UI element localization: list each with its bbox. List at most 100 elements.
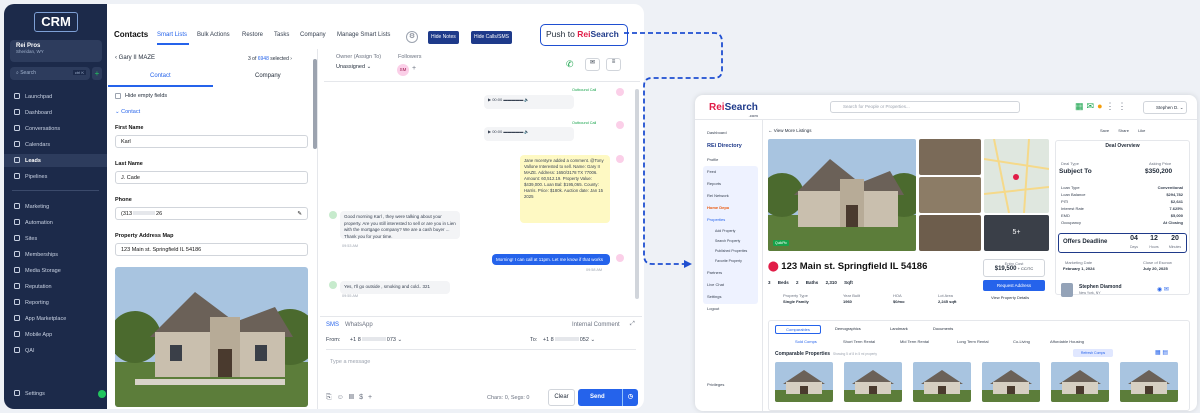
apps-grid-icon[interactable]: ⋮⋮ — [1106, 101, 1130, 111]
side-logout[interactable]: Logout — [707, 306, 719, 311]
side-search-property[interactable]: Search Property — [715, 239, 740, 243]
tab-comparables[interactable]: Comparables — [775, 325, 821, 334]
view-more-link[interactable]: ← View More Listings — [768, 128, 811, 133]
quick-add-icon[interactable]: + — [92, 67, 102, 80]
edit-icon[interactable]: ✎ — [297, 211, 302, 217]
sidebar-item-app-marketplace[interactable]: App Marketplace — [14, 315, 66, 322]
side-properties[interactable]: Properties — [707, 217, 725, 222]
internal-comment-tab[interactable]: Internal Comment — [572, 322, 620, 328]
settings-gear-icon[interactable]: ⚙ — [406, 31, 418, 43]
sidebar-item-media-storage[interactable]: Media Storage — [14, 267, 61, 274]
contact-section-toggle[interactable]: ⌄ Contact — [115, 109, 140, 115]
side-favorite[interactable]: Favorite Property — [715, 259, 742, 263]
sidebar-item-leads[interactable]: Leads — [14, 157, 41, 164]
reisearch-logo[interactable]: ReiSearch .com — [709, 102, 758, 118]
pager-total[interactable]: 6948 — [258, 56, 269, 62]
call-icon[interactable]: ✆ — [566, 59, 574, 70]
subtab-long-term[interactable]: Long Term Rental — [957, 339, 989, 344]
tab-contact[interactable]: Contact — [150, 73, 171, 79]
view-property-details-link[interactable]: View Property Details — [991, 295, 1029, 300]
schedule-icon[interactable]: ◷ — [622, 389, 638, 406]
side-add-property[interactable]: Add Property — [715, 229, 735, 233]
side-settings[interactable]: Settings — [707, 294, 721, 299]
tab-tasks[interactable]: Tasks — [274, 32, 289, 38]
push-to-reisearch-button[interactable]: Push to ReiSearch — [540, 24, 628, 46]
gallery-thumb[interactable] — [919, 139, 981, 175]
tab-bulk-actions[interactable]: Bulk Actions — [197, 32, 230, 38]
gallery-more[interactable]: 5+ — [984, 215, 1049, 251]
from-field[interactable]: From: +1 8 073 ⌄ — [326, 337, 402, 343]
tab-sms[interactable]: SMS — [326, 322, 339, 328]
sidebar-item-marketing[interactable]: Marketing — [14, 203, 49, 210]
sidebar-item-calendars[interactable]: Calendars — [14, 141, 50, 148]
side-partners[interactable]: Partners — [707, 270, 722, 275]
listing-actions[interactable]: Save Share Like — [1100, 128, 1145, 133]
bell-icon[interactable]: ● — [1097, 101, 1105, 111]
comparable-photo[interactable] — [913, 362, 971, 402]
contact-scrollbar[interactable] — [313, 59, 317, 149]
crm-logo[interactable]: CRM — [34, 12, 78, 32]
owner-select[interactable]: Unassigned ⌄ — [336, 64, 384, 75]
message-input[interactable]: Type a message — [330, 359, 370, 365]
side-privileges[interactable]: Privileges — [707, 382, 724, 387]
to-field[interactable]: To: +1 8 052 ⌄ — [530, 337, 595, 343]
side-feed[interactable]: Feed — [707, 169, 716, 174]
audio-player[interactable]: ▶ 00:00 ▬▬▬▬▬ 🔈 — [484, 127, 574, 141]
tab-landmark[interactable]: Landmark — [890, 326, 908, 331]
sidebar-item-reporting[interactable]: Reporting — [14, 299, 49, 306]
email-icon[interactable]: ✉ — [585, 58, 600, 71]
share-action[interactable]: Share — [1118, 128, 1129, 133]
add-follower-icon[interactable]: + — [412, 65, 416, 72]
view-toggle-icons[interactable]: ▦ ▤ — [1155, 349, 1168, 356]
follower-avatar[interactable]: SM — [397, 64, 409, 76]
sidebar-item-sites[interactable]: Sites — [14, 235, 37, 242]
side-profile[interactable]: Profile — [707, 157, 718, 162]
address-field[interactable]: 123 Main st. Springfield IL 54186 — [115, 243, 308, 256]
location-map[interactable] — [984, 139, 1049, 213]
compose-toolbar[interactable]: ⎘☺▤$+ — [326, 394, 377, 402]
side-reports[interactable]: Reports — [707, 181, 721, 186]
sidebar-item-conversations[interactable]: Conversations — [14, 125, 60, 132]
emoji-icon[interactable]: ☺ — [337, 394, 349, 401]
reisearch-search-input[interactable]: Search for People or Properties... — [830, 101, 1020, 113]
comparable-photo[interactable] — [775, 362, 833, 402]
dollar-icon[interactable]: $ — [359, 394, 368, 401]
sidebar-item-reputation[interactable]: Reputation — [14, 283, 52, 290]
add-icon[interactable]: + — [368, 394, 377, 401]
filter-icon[interactable]: ≡ — [606, 58, 621, 71]
comparable-photo[interactable] — [982, 362, 1040, 402]
sidebar-item-settings[interactable]: Settings — [14, 390, 45, 397]
gallery-thumb[interactable] — [919, 215, 981, 251]
user-menu[interactable]: Stephen D. ⌄ — [1143, 101, 1187, 114]
template-icon[interactable]: ▤ — [349, 394, 359, 401]
tab-manage-smart-lists[interactable]: Manage Smart Lists — [337, 32, 390, 38]
side-dashboard[interactable]: Dashboard — [707, 130, 727, 135]
send-button[interactable]: Send ◷ — [578, 389, 638, 406]
first-name-field[interactable]: Karl — [115, 135, 308, 148]
like-action[interactable]: Like — [1138, 128, 1145, 133]
agent-name[interactable]: Stephen Diamond — [1079, 284, 1122, 290]
tab-demographics[interactable]: Demographics — [835, 326, 861, 331]
gallery-thumb[interactable] — [919, 177, 981, 213]
tab-whatsapp[interactable]: WhatsApp — [345, 322, 373, 328]
hide-calls-sms-button[interactable]: Hide Calls/SMS — [471, 31, 513, 44]
sidebar-item-dashboard[interactable]: Dashboard — [14, 109, 52, 116]
comparable-photo[interactable] — [844, 362, 902, 402]
subtab-mid-term[interactable]: Mid Term Rental — [900, 339, 929, 344]
subtab-affordable[interactable]: Affordable Housing — [1050, 339, 1084, 344]
hide-empty-checkbox[interactable] — [115, 93, 121, 99]
phone-field[interactable]: (313 26 ✎ — [115, 207, 308, 220]
tab-company-panel[interactable]: Company — [255, 73, 281, 79]
tab-restore[interactable]: Restore — [242, 32, 263, 38]
hide-notes-button[interactable]: Hide Notes — [428, 31, 459, 44]
subtab-sold-comps[interactable]: Sold Comps — [795, 339, 817, 344]
tab-company[interactable]: Company — [300, 32, 326, 38]
clear-button[interactable]: Clear — [548, 389, 575, 406]
tab-smart-lists[interactable]: Smart Lists — [157, 32, 187, 38]
calculator-icon[interactable]: ▦ — [1075, 101, 1087, 111]
comparable-photo[interactable] — [1051, 362, 1109, 402]
sidebar-item-memberships[interactable]: Memberships — [14, 251, 58, 258]
side-home-depo[interactable]: Home Depo — [707, 205, 729, 210]
comparable-photo[interactable] — [1120, 362, 1178, 402]
expand-icon[interactable]: ⤢ — [630, 321, 635, 328]
